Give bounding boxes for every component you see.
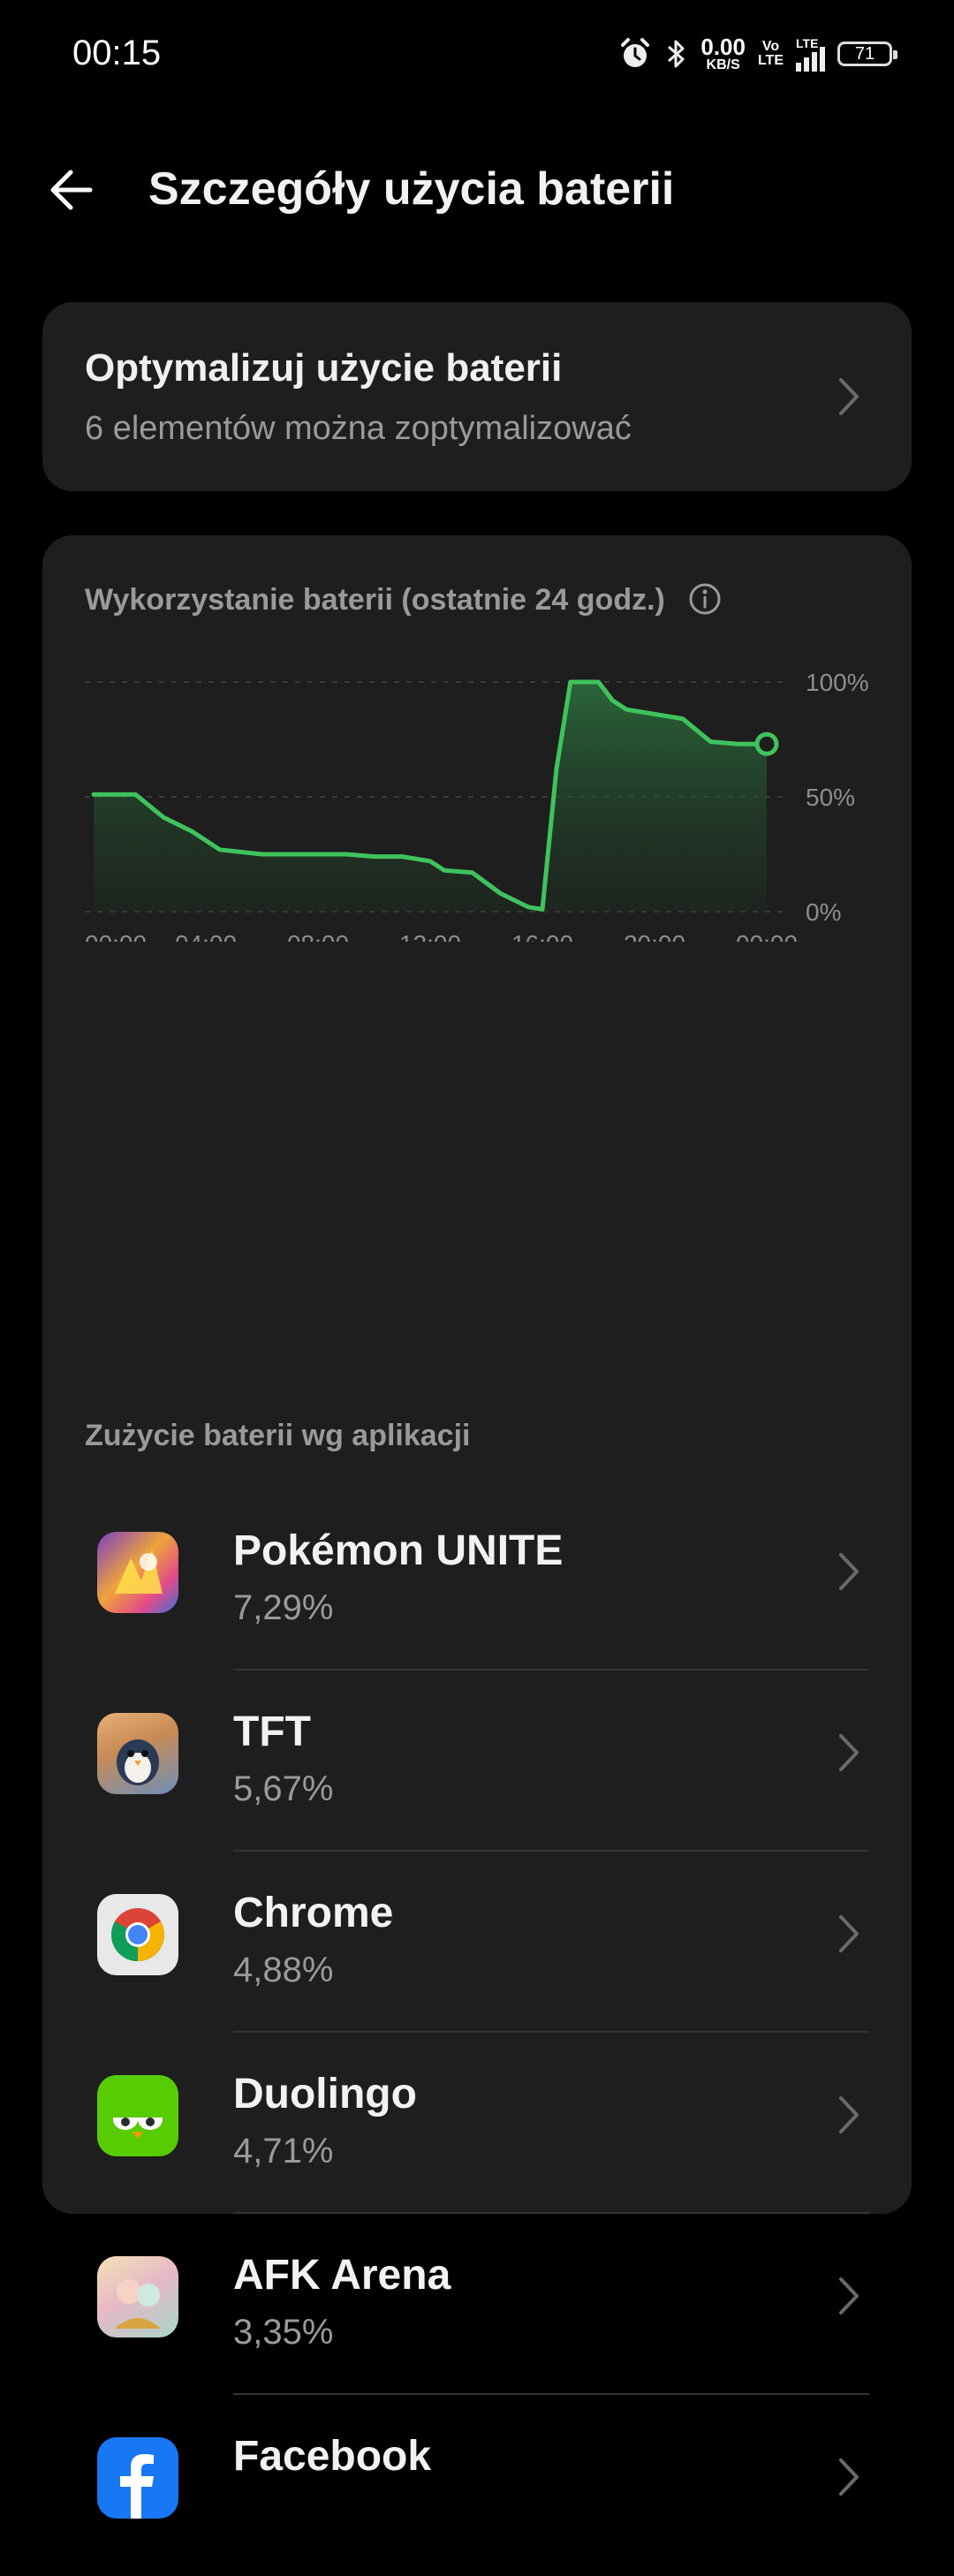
apps-heading: Zużycie baterii wg aplikacji [85, 1419, 471, 1452]
status-time: 00:15 [72, 34, 162, 72]
duolingo-icon [97, 2075, 178, 2156]
chart-y-tick-label: 0% [806, 898, 841, 926]
chart-title: Wykorzystanie baterii (ostatnie 24 godz.… [85, 583, 665, 617]
chart-x-tick-label: 20:00 [624, 930, 685, 942]
app-name: Pokémon UNITE [233, 1527, 564, 1574]
optimize-title: Optymalizuj użycie baterii [85, 346, 563, 390]
list-item-afk-arena[interactable]: AFK Arena 3,35% [42, 2214, 912, 2395]
app-name: TFT [233, 1708, 311, 1755]
chevron-right-icon [839, 2459, 859, 2496]
list-item-tft[interactable]: TFT 5,67% [42, 1671, 912, 1852]
signal-label: LTE [796, 36, 819, 50]
chart-y-tick-label: 100% [806, 669, 869, 696]
chevron-right-icon [839, 1734, 859, 1771]
battery-icon: 71 [837, 42, 897, 66]
app-percent: 3,35% [233, 2313, 334, 2352]
optimize-subtitle: 6 elementów można zoptymalizować [85, 410, 632, 447]
chart-x-tick-label: 04:00 [175, 930, 237, 942]
list-item-pokemon-unite[interactable]: Pokémon UNITE 7,29% [42, 1489, 912, 1671]
chevron-right-icon [839, 1915, 859, 1952]
page-title: Szczegóły użycia baterii [148, 163, 675, 215]
app-list: Pokémon UNITE 7,29% TFT 5,67% Chrome 4,8… [42, 1489, 912, 2576]
chart-x-tick-label: 00:00 [736, 930, 798, 942]
app-name: Chrome [233, 1890, 394, 1936]
app-name: Duolingo [233, 2071, 417, 2118]
battery-usage-chart: 100% 50% 0% 00:00 04:00 08:00 12:00 16:00 20:00 0… [85, 669, 869, 942]
alarm-icon [621, 38, 650, 67]
volte-top: Vo [761, 39, 780, 54]
tft-icon [97, 1713, 178, 1794]
volte-bottom: LTE [757, 53, 784, 68]
volte-indicator: Vo LTE [758, 40, 784, 68]
chart-x-tick-label: 08:00 [287, 930, 349, 942]
chart-y-tick-label: 50% [806, 784, 855, 811]
chart-x-tick-label: 00:00 [85, 930, 147, 942]
app-percent: 7,29% [233, 1588, 334, 1627]
facebook-icon [97, 2437, 178, 2519]
app-name: Facebook [233, 2433, 432, 2480]
chevron-right-icon [839, 378, 859, 415]
optimize-battery-card[interactable]: Optymalizuj użycie baterii 6 elementów m… [42, 302, 912, 491]
app-header: Szczegóły użycia baterii [0, 150, 954, 230]
list-item-facebook[interactable]: Facebook [42, 2395, 912, 2576]
signal-icon: LTE [796, 36, 825, 72]
status-bar: 00:15 0.00 KB/S Vo LTE LTE 71 [0, 0, 954, 110]
chart-end-point [754, 731, 779, 756]
back-arrow-icon[interactable] [44, 159, 106, 221]
network-speed: 0.00 KB/S [700, 35, 746, 72]
afk-arena-icon [97, 2256, 178, 2337]
app-percent: 5,67% [233, 1769, 334, 1808]
chevron-right-icon [839, 1553, 859, 1590]
status-icons: 0.00 KB/S Vo LTE LTE 71 [617, 32, 897, 76]
info-icon[interactable] [687, 581, 723, 617]
battery-level: 71 [854, 43, 875, 64]
chrome-icon [97, 1894, 178, 1975]
chart-x-tick-label: 12:00 [399, 930, 461, 942]
app-percent: 4,71% [233, 2132, 334, 2171]
chart-x-tick-label: 16:00 [511, 930, 573, 942]
app-percent: 4,88% [233, 1951, 334, 1989]
pokemon-unite-icon [97, 1532, 178, 1613]
bluetooth-icon [668, 40, 685, 68]
app-name: AFK Arena [233, 2252, 451, 2299]
network-speed-unit: KB/S [706, 57, 740, 72]
network-speed-value: 0.00 [700, 34, 746, 60]
list-item-duolingo[interactable]: Duolingo 4,71% [42, 2033, 912, 2214]
list-item-chrome[interactable]: Chrome 4,88% [42, 1852, 912, 2033]
chevron-right-icon [839, 2277, 859, 2315]
battery-usage-card: Wykorzystanie baterii (ostatnie 24 godz.… [42, 535, 912, 2519]
